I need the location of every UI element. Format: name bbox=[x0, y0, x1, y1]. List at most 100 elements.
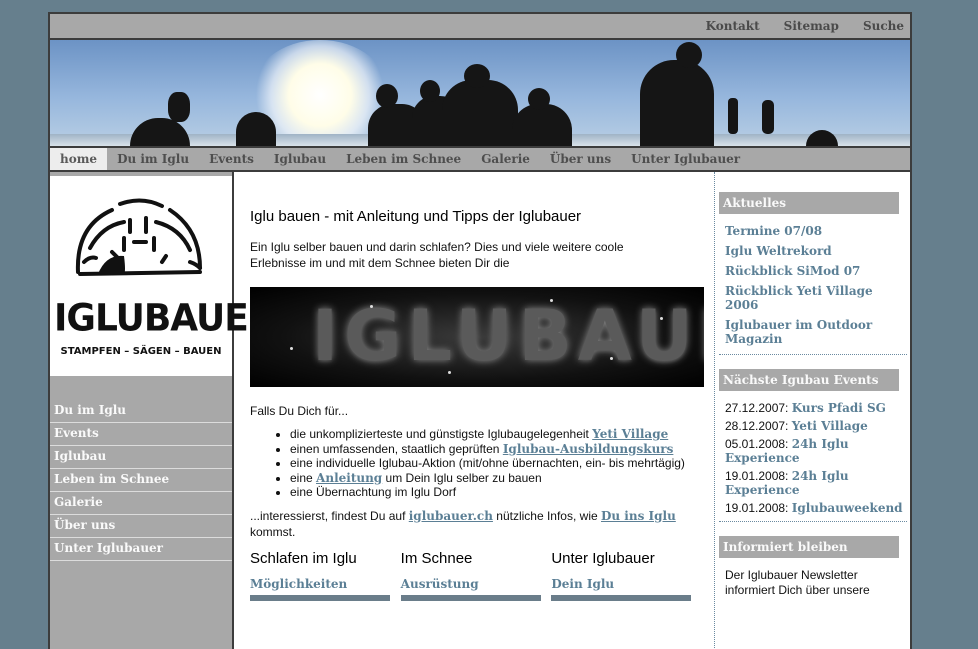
silhouette-person bbox=[512, 104, 572, 146]
silhouette-person bbox=[168, 92, 190, 122]
top-link-kontakt[interactable]: Kontakt bbox=[706, 19, 760, 33]
informiert-heading: Informiert bleiben bbox=[719, 536, 899, 558]
nav-item-ueber-uns[interactable]: Über uns bbox=[540, 148, 621, 170]
event-item: 28.12.2007: Yeti Village bbox=[719, 417, 905, 435]
teaser-heading: Schlafen im Iglu bbox=[250, 549, 357, 567]
nav-item-galerie[interactable]: Galerie bbox=[471, 148, 540, 170]
event-date: 19.01.2008: bbox=[725, 501, 792, 515]
main-nav: home Du im Iglu Events Iglubau Leben im … bbox=[50, 146, 910, 172]
page: Kontakt Sitemap Suche home Du im Iglu Ev… bbox=[48, 12, 912, 649]
right-sidebar: Aktuelles Termine 07/08 Iglu Weltrekord … bbox=[714, 172, 910, 649]
top-links: Kontakt Sitemap Suche bbox=[706, 19, 904, 33]
list-item: einen umfassenden, staatlich geprüften I… bbox=[290, 442, 702, 457]
news-link-termine[interactable]: Termine 07/08 bbox=[719, 222, 910, 242]
nav-item-leben-im-schnee[interactable]: Leben im Schnee bbox=[336, 148, 471, 170]
divider bbox=[719, 521, 907, 522]
header-banner bbox=[50, 40, 910, 146]
event-date: 27.12.2007: bbox=[725, 401, 792, 415]
nav-item-du-im-iglu[interactable]: Du im Iglu bbox=[107, 148, 199, 170]
page-title: Iglu bauen - mit Anleitung und Tipps der… bbox=[250, 208, 582, 225]
teaser-image bbox=[400, 594, 541, 601]
teaser-image bbox=[551, 594, 692, 601]
side-item-iglubau[interactable]: Iglubau bbox=[50, 446, 232, 469]
link-du-ins-iglu[interactable]: Du ins Iglu bbox=[601, 509, 676, 523]
side-item-unter-iglubauer[interactable]: Unter Iglubauer bbox=[50, 538, 232, 561]
event-date: 28.12.2007: bbox=[725, 419, 792, 433]
event-item: 27.12.2007: Kurs Pfadi SG bbox=[719, 399, 905, 417]
left-sidebar: IGLUBAUER STAMPFEN – SÄGEN – BAUEN Du im… bbox=[50, 172, 276, 649]
intro-text: Ein Iglu selber bauen und darin schlafen… bbox=[250, 240, 624, 270]
news-link-rueckblick-yeti-village[interactable]: Rückblick Yeti Village 2006 bbox=[719, 282, 910, 316]
logo-tagline: STAMPFEN – SÄGEN – BAUEN bbox=[60, 346, 222, 357]
side-nav: Du im Iglu Events Iglubau Leben im Schne… bbox=[50, 400, 232, 561]
closing-text-part: ...interessierst, findest Du auf bbox=[250, 508, 409, 523]
event-item: 19.01.2008: Iglubauweekend bbox=[719, 499, 905, 517]
list-item: eine Anleitung um Dein Iglu selber zu ba… bbox=[290, 471, 702, 486]
silhouette-person bbox=[806, 130, 838, 146]
silhouette-person bbox=[728, 98, 738, 134]
snowflake bbox=[660, 317, 663, 320]
silhouette-person bbox=[376, 84, 398, 108]
link-yeti-village[interactable]: Yeti Village bbox=[592, 427, 668, 441]
list-item: eine Übernachtung im Iglu Dorf bbox=[290, 485, 702, 500]
list-item-text: eine bbox=[290, 470, 317, 485]
teaser-columns: Schlafen im Iglu Möglichkeiten Im Schnee… bbox=[250, 550, 702, 601]
offer-list: die unkomplizierteste und günstigste Igl… bbox=[290, 427, 702, 500]
side-item-events[interactable]: Events bbox=[50, 423, 232, 446]
falls-text: Falls Du Dich für... bbox=[250, 404, 349, 418]
silhouette-person bbox=[640, 60, 714, 146]
silhouette-person bbox=[442, 80, 518, 146]
event-link[interactable]: Yeti Village bbox=[792, 419, 868, 433]
newsletter-text: Der Iglubauer Newsletter informiert Dich… bbox=[725, 568, 870, 597]
closing-text-part: kommst. bbox=[250, 524, 296, 539]
news-link-rueckblick-simod[interactable]: Rückblick SiMod 07 bbox=[719, 262, 910, 282]
logo-title: IGLUBAUER bbox=[54, 296, 276, 341]
event-item: 19.01.2008: 24h Iglu Experience bbox=[719, 467, 905, 499]
teaser-unter-iglubauer: Unter Iglubauer Dein Iglu bbox=[551, 550, 702, 601]
link-anleitung[interactable]: Anleitung bbox=[316, 471, 382, 485]
teaser-im-schnee: Im Schnee Ausrüstung bbox=[400, 549, 552, 601]
list-item-text: um Dein Iglu selber zu bauen bbox=[382, 470, 542, 485]
teaser-heading: Im Schnee bbox=[400, 549, 473, 567]
teaser-link-moeglichkeiten[interactable]: Möglichkeiten bbox=[250, 577, 347, 591]
iglubauer-logo[interactable]: IGLUBAUER STAMPFEN – SÄGEN – BAUEN bbox=[50, 176, 276, 376]
event-link[interactable]: Kurs Pfadi SG bbox=[792, 401, 886, 415]
nav-item-home[interactable]: home bbox=[50, 148, 108, 170]
snowflake bbox=[550, 299, 553, 302]
silhouette-person bbox=[676, 42, 702, 68]
snowflake bbox=[448, 371, 451, 374]
link-iglubau-ausbildungskurs[interactable]: Iglubau-Ausbildungskurs bbox=[503, 442, 674, 456]
aktuelles-heading: Aktuelles bbox=[719, 192, 899, 214]
top-link-sitemap[interactable]: Sitemap bbox=[784, 19, 839, 33]
top-link-suche[interactable]: Suche bbox=[863, 19, 904, 33]
top-bar: Kontakt Sitemap Suche bbox=[50, 14, 910, 40]
side-item-ueber-uns[interactable]: Über uns bbox=[50, 515, 232, 538]
silhouette-person bbox=[236, 112, 276, 146]
news-link-outdoor-magazin[interactable]: Iglubauer im Outdoor Magazin bbox=[719, 316, 910, 350]
divider bbox=[719, 354, 907, 355]
side-item-leben-im-schnee[interactable]: Leben im Schnee bbox=[50, 469, 232, 492]
snowflake bbox=[610, 357, 613, 360]
list-item: die unkomplizierteste und günstigste Igl… bbox=[290, 427, 702, 442]
nav-item-iglubau[interactable]: Iglubau bbox=[264, 148, 336, 170]
silhouette-person bbox=[528, 88, 550, 110]
list-item: eine individuelle Iglubau-Aktion (mit/oh… bbox=[290, 456, 702, 471]
silhouette-person bbox=[130, 118, 190, 146]
teaser-link-dein-iglu[interactable]: Dein Iglu bbox=[551, 577, 614, 591]
link-iglubauer-ch[interactable]: iglubauer.ch bbox=[409, 509, 493, 523]
snowflake bbox=[290, 347, 293, 350]
nav-item-unter-iglubauer[interactable]: Unter Iglubauer bbox=[621, 148, 750, 170]
nav-item-events[interactable]: Events bbox=[199, 148, 264, 170]
news-link-iglu-weltrekord[interactable]: Iglu Weltrekord bbox=[719, 242, 910, 262]
side-item-galerie[interactable]: Galerie bbox=[50, 492, 232, 515]
silhouette-person bbox=[762, 100, 774, 134]
events-heading: Nächste Igubau Events bbox=[719, 369, 899, 391]
list-item-text: einen umfassenden, staatlich geprüften bbox=[290, 441, 503, 456]
event-link[interactable]: Iglubauweekend bbox=[792, 501, 903, 515]
list-item-text: die unkomplizierteste und günstigste Igl… bbox=[290, 427, 593, 441]
event-date: 19.01.2008: bbox=[725, 469, 792, 483]
snowflake bbox=[370, 305, 373, 308]
teaser-link-ausruestung[interactable]: Ausrüstung bbox=[401, 577, 479, 591]
main-content: Iglu bauen - mit Anleitung und Tipps der… bbox=[236, 172, 712, 649]
side-item-du-im-iglu[interactable]: Du im Iglu bbox=[50, 400, 232, 423]
